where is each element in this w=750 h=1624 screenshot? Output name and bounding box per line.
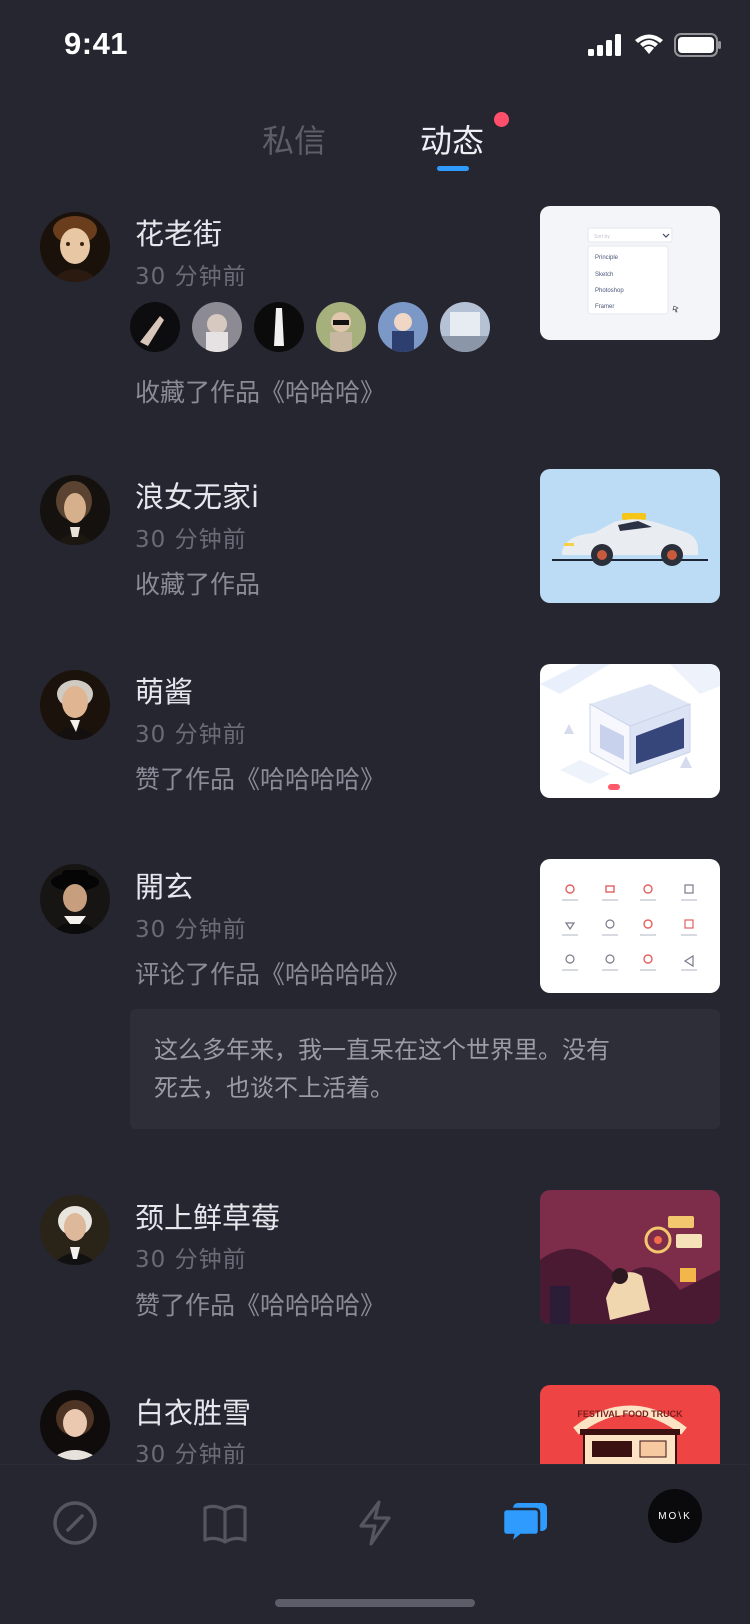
timestamp: 30 分钟前	[135, 527, 247, 553]
chat-icon[interactable]	[497, 1495, 553, 1551]
wifi-icon	[634, 34, 664, 60]
svg-text:Sort by: Sort by	[594, 234, 610, 240]
timestamp: 30 分钟前	[135, 1247, 247, 1273]
mini-avatar[interactable]	[378, 302, 428, 352]
thumb-text: Sketch	[595, 272, 613, 278]
tab-private-messages[interactable]: 私信	[262, 116, 326, 162]
thumb-text: Principle	[595, 255, 619, 261]
mini-avatar[interactable]	[192, 302, 242, 352]
activity-text: 赞了作品《哈哈哈哈》	[135, 1291, 386, 1320]
food-truck-text: FESTIVAL FOOD TRUCK	[577, 1409, 683, 1419]
battery-icon	[674, 33, 722, 61]
activity-text: 评论了作品《哈哈哈哈》	[135, 960, 411, 989]
user-avatar[interactable]	[40, 1390, 110, 1460]
illustration-thumbnail[interactable]	[540, 1190, 720, 1324]
activity-text: 赞了作品《哈哈哈哈》	[135, 765, 386, 794]
mini-avatar[interactable]	[254, 302, 304, 352]
username[interactable]: 白衣胜雪	[135, 1390, 251, 1432]
lightning-icon[interactable]	[347, 1495, 403, 1551]
home-indicator	[275, 1599, 475, 1607]
activity-text: 收藏了作品	[135, 570, 261, 599]
status-time: 9:41	[64, 26, 129, 61]
notification-dot	[494, 112, 509, 127]
dropdown-ui-thumbnail[interactable]: Sort by Principle Sketch Photoshop Frame…	[540, 206, 720, 340]
username[interactable]: 颈上鲜草莓	[135, 1195, 280, 1237]
timestamp: 30 分钟前	[135, 1442, 247, 1464]
username[interactable]: 花老街	[135, 211, 222, 253]
compass-icon[interactable]	[47, 1495, 103, 1551]
username[interactable]: 開玄	[135, 864, 193, 906]
signal-icon	[588, 34, 624, 60]
segment-tabs: 私信 动态	[0, 110, 750, 180]
mini-avatar[interactable]	[440, 302, 490, 352]
isometric-building-thumbnail[interactable]	[540, 664, 720, 798]
user-avatar[interactable]	[40, 212, 110, 282]
activity-text: 收藏了作品《哈哈哈》	[135, 378, 386, 407]
car-thumbnail[interactable]	[540, 469, 720, 603]
profile-label: MO\K	[658, 1510, 692, 1522]
user-avatar[interactable]	[40, 475, 110, 545]
active-tab-indicator	[437, 166, 469, 171]
comment-box: 这么多年来，我一直呆在这个世界里。没有死去，也谈不上活着。	[130, 1009, 720, 1129]
thumb-text: Photoshop	[595, 288, 624, 294]
profile-avatar[interactable]: MO\K	[648, 1489, 702, 1543]
user-avatar[interactable]	[40, 670, 110, 740]
thumb-text: Framer	[595, 304, 614, 310]
user-avatar[interactable]	[40, 864, 110, 934]
status-bar: 9:41	[0, 0, 750, 96]
comment-text: 这么多年来，我一直呆在这个世界里。没有死去，也谈不上活着。	[154, 1036, 610, 1102]
username[interactable]: 浪女无家i	[135, 474, 259, 516]
timestamp: 30 分钟前	[135, 917, 247, 943]
username[interactable]: 萌酱	[135, 669, 193, 711]
feed-list[interactable]: 花老街 30 分钟前 收藏了作品《哈哈哈》 Sort by Principle …	[0, 0, 750, 1464]
screen: 花老街 30 分钟前 收藏了作品《哈哈哈》 Sort by Principle …	[0, 0, 750, 1624]
timestamp: 30 分钟前	[135, 722, 247, 748]
timestamp: 30 分钟前	[135, 264, 247, 290]
mini-avatar[interactable]	[130, 302, 180, 352]
bottom-tab-bar: MO\K	[0, 1464, 750, 1624]
icon-grid-thumbnail[interactable]	[540, 859, 720, 993]
user-avatar[interactable]	[40, 1195, 110, 1265]
mini-avatar[interactable]	[316, 302, 366, 352]
food-truck-thumbnail[interactable]: FESTIVAL FOOD TRUCK	[540, 1385, 720, 1464]
status-icons	[588, 32, 722, 62]
tab-moments[interactable]: 动态	[420, 116, 484, 162]
book-icon[interactable]	[197, 1495, 253, 1551]
